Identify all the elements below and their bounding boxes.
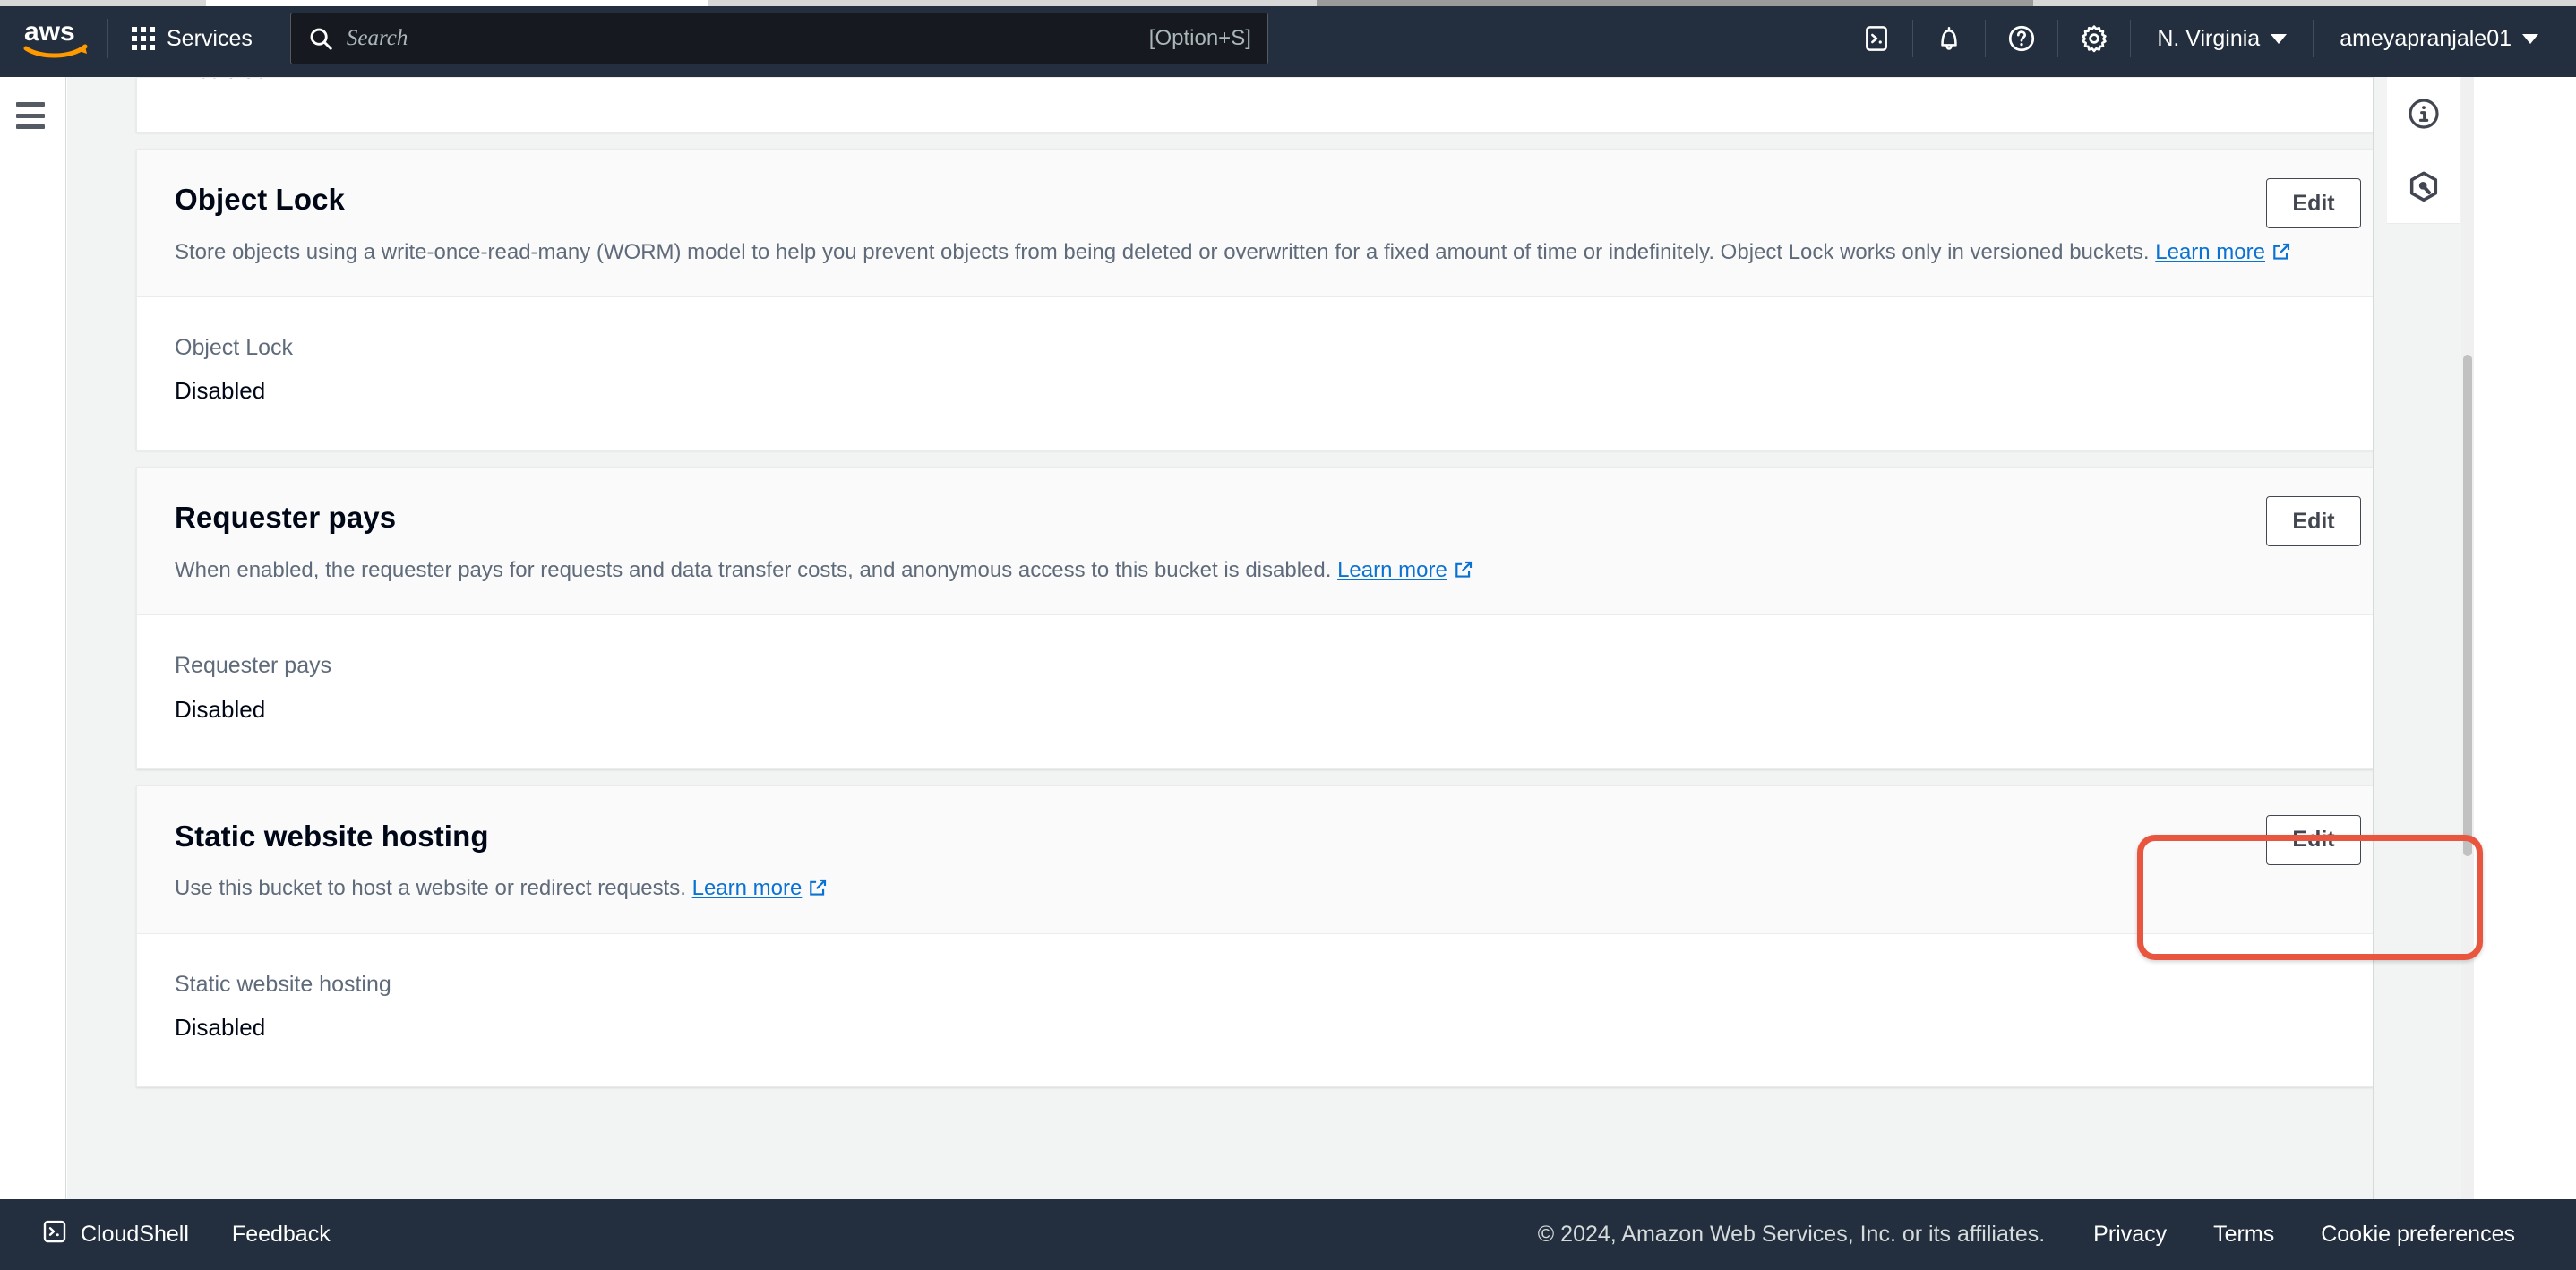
field-label: Static website hosting (175, 971, 391, 997)
chevron-down-icon (2271, 33, 2288, 44)
card-description-text: When enabled, the requester pays for req… (175, 557, 1332, 582)
footer-left-group: CloudShell Feedback (0, 1208, 352, 1262)
top-nav-left-group: aws Services [Option+S] (0, 0, 1268, 77)
browser-chrome-strip (0, 0, 2576, 6)
card-title: Static website hosting (175, 819, 489, 853)
card-description-text: Use this bucket to host a website or red… (175, 876, 686, 901)
feedback-button[interactable]: Feedback (210, 1208, 352, 1262)
field-value: Disabled (175, 1014, 266, 1042)
learn-more-link[interactable]: Learn more (692, 876, 803, 900)
external-link-icon (1454, 559, 1473, 588)
learn-more-link[interactable]: Learn more (2155, 240, 2265, 264)
terms-link[interactable]: Terms (2190, 1208, 2297, 1262)
search-input[interactable] (346, 26, 1135, 51)
top-nav-right-group: N. Virginia ameyapranjale01 (1849, 0, 2576, 77)
card-description: Use this bucket to host a website or red… (175, 874, 2359, 905)
edit-button-requester-pays[interactable]: Edit (2266, 496, 2361, 547)
left-navigation-rail (0, 77, 66, 1199)
card-header: Static website hosting Use this bucket t… (137, 785, 2397, 933)
card-object-lock: Object Lock Store objects using a write-… (136, 149, 2398, 451)
app-body: Disabled Object Lock Store objects using… (0, 77, 2576, 1199)
card-body: Object Lock Disabled (137, 296, 2397, 451)
partial-card-value: Disabled (175, 78, 269, 84)
copyright-text: © 2024, Amazon Web Services, Inc. or its… (1537, 1222, 2046, 1247)
external-link-icon (2271, 241, 2291, 270)
edit-button-object-lock[interactable]: Edit (2266, 178, 2361, 228)
amazon-q-hexagon-icon[interactable] (2387, 150, 2460, 224)
cloudshell-label: CloudShell (81, 1222, 189, 1247)
field-value: Disabled (175, 377, 266, 405)
browser-tab-inactive (206, 0, 708, 6)
right-utility-rail (2373, 77, 2474, 1199)
hamburger-menu-icon[interactable] (16, 102, 48, 129)
card-body: Requester pays Disabled (137, 614, 2397, 768)
cloudshell-icon[interactable] (1849, 11, 1904, 66)
aws-top-navigation: aws Services [Option+S] (0, 0, 2576, 77)
cookie-preferences-link[interactable]: Cookie preferences (2297, 1208, 2538, 1262)
help-question-icon[interactable] (1994, 11, 2049, 66)
nav-divider (107, 19, 108, 58)
main-content-area: Disabled Object Lock Store objects using… (67, 77, 2474, 1199)
cloudshell-icon (41, 1218, 68, 1251)
aws-footer-bar: CloudShell Feedback © 2024, Amazon Web S… (0, 1199, 2576, 1270)
nav-divider (2057, 20, 2059, 57)
nav-divider (2313, 20, 2314, 57)
account-menu[interactable]: ameyapranjale01 (2322, 11, 2556, 66)
field-value: Disabled (175, 695, 266, 723)
cloudshell-footer-button[interactable]: CloudShell (20, 1208, 210, 1262)
browser-tab-active (1317, 0, 2033, 6)
settings-gear-icon[interactable] (2066, 11, 2122, 66)
card-description: When enabled, the requester pays for req… (175, 556, 2359, 588)
aws-logo-icon[interactable]: aws (13, 0, 100, 77)
search-icon (307, 25, 334, 52)
card-header: Requester pays When enabled, the request… (137, 468, 2397, 615)
card-static-website-hosting: Static website hosting Use this bucket t… (136, 785, 2398, 1087)
services-menu-button[interactable]: Services (116, 15, 269, 62)
region-label: N. Virginia (2157, 25, 2261, 51)
card-requester-pays: Requester pays When enabled, the request… (136, 467, 2398, 769)
chevron-down-icon (2522, 33, 2538, 44)
region-selector[interactable]: N. Virginia (2139, 11, 2305, 66)
nav-divider (1912, 20, 1914, 57)
account-label: ameyapranjale01 (2340, 25, 2512, 51)
field-label: Object Lock (175, 334, 294, 360)
svg-text:aws: aws (24, 17, 75, 47)
nav-divider (1985, 20, 1987, 57)
apps-grid-icon (132, 27, 155, 50)
footer-right-group: © 2024, Amazon Web Services, Inc. or its… (1538, 1208, 2576, 1262)
info-panel-icon[interactable] (2387, 77, 2460, 150)
field-label: Requester pays (175, 653, 332, 679)
partial-card-above: Disabled (136, 77, 2398, 133)
card-description: Store objects using a write-once-read-ma… (175, 238, 2359, 270)
page-scrollbar-thumb[interactable] (2463, 355, 2472, 856)
edit-button-static-website-hosting[interactable]: Edit (2266, 814, 2361, 865)
learn-more-link[interactable]: Learn more (1337, 558, 1447, 582)
card-title: Requester pays (175, 501, 397, 535)
card-header: Object Lock Store objects using a write-… (137, 150, 2397, 296)
page-scrollbar-track[interactable] (2461, 77, 2474, 1199)
privacy-link[interactable]: Privacy (2070, 1208, 2190, 1262)
search-shortcut-hint: [Option+S] (1148, 26, 1251, 50)
nav-divider (2130, 20, 2132, 57)
notifications-bell-icon[interactable] (1921, 11, 1977, 66)
services-label: Services (167, 25, 253, 51)
card-title: Object Lock (175, 183, 345, 216)
card-description-text: Store objects using a write-once-read-ma… (175, 239, 2150, 264)
settings-panel-column: Disabled Object Lock Store objects using… (136, 77, 2398, 1103)
global-search-box[interactable]: [Option+S] (289, 13, 1268, 64)
card-body: Static website hosting Disabled (137, 932, 2397, 1086)
external-link-icon (808, 877, 828, 905)
